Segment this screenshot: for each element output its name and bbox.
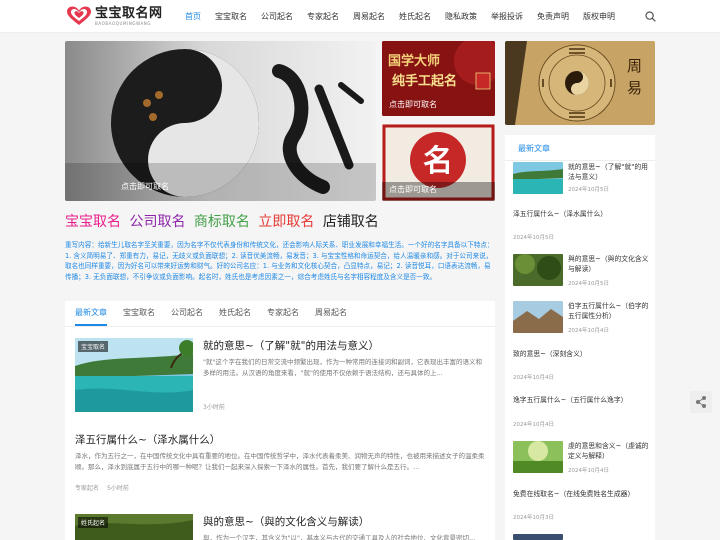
sidebar-item-title[interactable]: 免费在线取名~（在线免费姓名生成器） <box>513 489 651 499</box>
hero-yinyang-image <box>65 41 376 201</box>
card2-caption: 点击即可取名 <box>389 185 437 194</box>
post-excerpt: 泽水，作为五行之一，在中国传统文化中具有重要的地位。在中国传统哲学中，泽水代表着… <box>75 452 485 471</box>
article-list-panel: 最新文章 宝宝取名 公司起名 姓氏起名 专家起名 周易起名 宝宝取名 就的意思~… <box>65 301 495 540</box>
main-nav: 首页 宝宝取名 公司起名 专家起名 周易起名 姓氏起名 隐私政策 举报投诉 免责… <box>178 0 622 33</box>
nav-item-disclaimer[interactable]: 免责声明 <box>530 0 576 33</box>
tab-latest[interactable]: 最新文章 <box>75 301 107 326</box>
sidebar-item-date: 2024年10月4日 <box>513 422 554 428</box>
sidebar-item-date: 2024年10月4日 <box>568 468 609 474</box>
forest-image <box>513 254 563 286</box>
intro-paragraph: 重写内容：给新生儿取名字至关重要，因为名字不仅代表身份和传统文化，还会影响人际关… <box>65 241 494 281</box>
tab-zhouyi-naming[interactable]: 周易起名 <box>315 301 347 326</box>
sidebar-item-date: 2024年10月4日 <box>568 328 609 334</box>
sidebar-item-title[interactable]: 與的意思~（與的文化含义与解读） <box>568 254 650 274</box>
heart-logo-icon <box>67 6 91 25</box>
category-badge: 宝宝取名 <box>78 341 109 352</box>
card-master-naming[interactable]: 国学大师 纯手工起名 点击即可取名 <box>382 41 495 116</box>
nav-item-baby-naming[interactable]: 宝宝取名 <box>208 0 254 33</box>
post-thumbnail[interactable]: 宝宝取名 <box>75 338 193 412</box>
sidebar-item-date: 2024年10月3日 <box>513 515 554 521</box>
svg-text:易: 易 <box>627 79 642 97</box>
meadow-image <box>513 441 563 473</box>
sidebar-heading: 最新文章 <box>518 144 550 153</box>
tab-baby-naming[interactable]: 宝宝取名 <box>123 301 155 326</box>
site-logo[interactable]: 宝宝取名网 BAOBAOQUMINGWANG <box>66 6 163 26</box>
nav-item-surname-naming[interactable]: 姓氏起名 <box>392 0 438 33</box>
search-icon[interactable] <box>645 11 656 22</box>
card-name-seal[interactable]: 名 点击即可取名 <box>382 124 495 201</box>
service-link-company[interactable]: 公司取名 <box>129 214 185 230</box>
svg-text:周: 周 <box>627 57 642 75</box>
sidebar-item-date: 2024年10月4日 <box>513 375 554 381</box>
sidebar-item-title[interactable]: 泽五行属什么~（泽水属什么） <box>513 209 651 219</box>
latest-articles-sidebar: 最新文章 就的意思~（了解"就"的用法与意义） 2024年10月5日 泽五行属什… <box>505 135 655 540</box>
tab-company-naming[interactable]: 公司起名 <box>171 301 203 326</box>
nav-item-privacy[interactable]: 隐私政策 <box>438 0 484 33</box>
hero-slider[interactable]: 点击即可取名 <box>65 41 376 201</box>
article-tabs: 最新文章 宝宝取名 公司起名 姓氏起名 专家起名 周易起名 <box>65 301 495 327</box>
svg-text:纯手工起名: 纯手工起名 <box>392 73 457 89</box>
post-title[interactable]: 與的意思~（與的文化含义与解读） <box>203 514 369 529</box>
sidebar-item-title[interactable]: 伯字五行属什么~（伯字的五行属性分析） <box>568 301 650 321</box>
share-button[interactable] <box>690 391 712 413</box>
tab-expert-naming[interactable]: 专家起名 <box>267 301 299 326</box>
sidebar-item-date: 2024年10月5日 <box>568 281 609 287</box>
service-link-baby[interactable]: 宝宝取名 <box>65 214 121 230</box>
bagua-image: 周 易 <box>505 41 655 125</box>
sidebar-thumbnail[interactable] <box>513 441 563 473</box>
nav-item-expert-naming[interactable]: 专家起名 <box>300 0 346 33</box>
post-time: 5小时前 <box>107 485 129 492</box>
sidebar-thumbnail[interactable] <box>513 254 563 286</box>
sidebar-item-date: 2024年10月5日 <box>568 187 609 193</box>
nav-item-copyright[interactable]: 版权申明 <box>576 0 622 33</box>
service-links: 宝宝取名 公司取名 商标取名 立即取名 店铺取名 <box>65 211 383 231</box>
sidebar-item-title[interactable]: 致的意思~（深刻含义） <box>513 349 651 359</box>
hills-image <box>513 301 563 333</box>
nav-item-zhouyi-naming[interactable]: 周易起名 <box>346 0 392 33</box>
service-link-now[interactable]: 立即取名 <box>258 214 314 230</box>
tab-surname-naming[interactable]: 姓氏起名 <box>219 301 251 326</box>
sidebar-item-title[interactable]: 虔的意思和含义~（虔诚的定义与解释） <box>568 441 650 461</box>
post-excerpt: "就"这个字在我们的日常交流中频繁出现，作为一种常用的连接词和副词，它表现出丰富… <box>203 358 482 377</box>
svg-text:名: 名 <box>423 144 453 179</box>
post-thumbnail[interactable]: 姓氏起名 <box>75 514 193 540</box>
post-excerpt: 與，作为一个汉字，其含义为"以"，基本义与古代的交通工具及人的社会地位、文化背景… <box>203 534 476 540</box>
logo-subtitle: BAOBAOQUMINGWANG <box>95 20 152 26</box>
divider <box>505 160 655 161</box>
nav-item-company-naming[interactable]: 公司起名 <box>254 0 300 33</box>
zhouyi-banner[interactable]: 周 易 <box>505 41 655 125</box>
service-link-trademark[interactable]: 商标取名 <box>194 214 250 230</box>
hero-caption: 点击即可取名 <box>121 182 169 191</box>
category-badge: 姓氏起名 <box>78 517 109 528</box>
sidebar-thumbnail[interactable] <box>513 162 563 194</box>
site-header: 宝宝取名网 BAOBAOQUMINGWANG 首页 宝宝取名 公司起名 专家起名… <box>0 0 720 33</box>
sidebar-item-title[interactable]: 逸字五行属什么~（五行属什么逸字） <box>513 395 651 405</box>
post-title[interactable]: 泽五行属什么~（泽水属什么） <box>75 432 220 447</box>
sidebar-item-title[interactable]: 就的意思~（了解"就"的用法与意义） <box>568 162 650 182</box>
card1-caption: 点击即可取名 <box>389 100 437 109</box>
sidebar-item-date: 2024年10月5日 <box>513 235 554 241</box>
lake-image <box>513 162 563 194</box>
post-title[interactable]: 就的意思~（了解"就"的用法与意义） <box>203 338 379 353</box>
svg-text:国学大师: 国学大师 <box>388 53 440 69</box>
logo-title: 宝宝取名网 <box>95 5 163 21</box>
nav-item-report[interactable]: 举报投诉 <box>484 0 530 33</box>
sidebar-thumbnail[interactable] <box>513 534 563 540</box>
share-icon <box>696 396 706 408</box>
nav-item-home[interactable]: 首页 <box>178 0 208 33</box>
service-link-shop[interactable]: 店铺取名 <box>323 214 379 230</box>
post-time: 3小时前 <box>203 404 225 411</box>
sidebar-thumbnail[interactable] <box>513 301 563 333</box>
post-category[interactable]: 专家起名 <box>75 483 99 492</box>
